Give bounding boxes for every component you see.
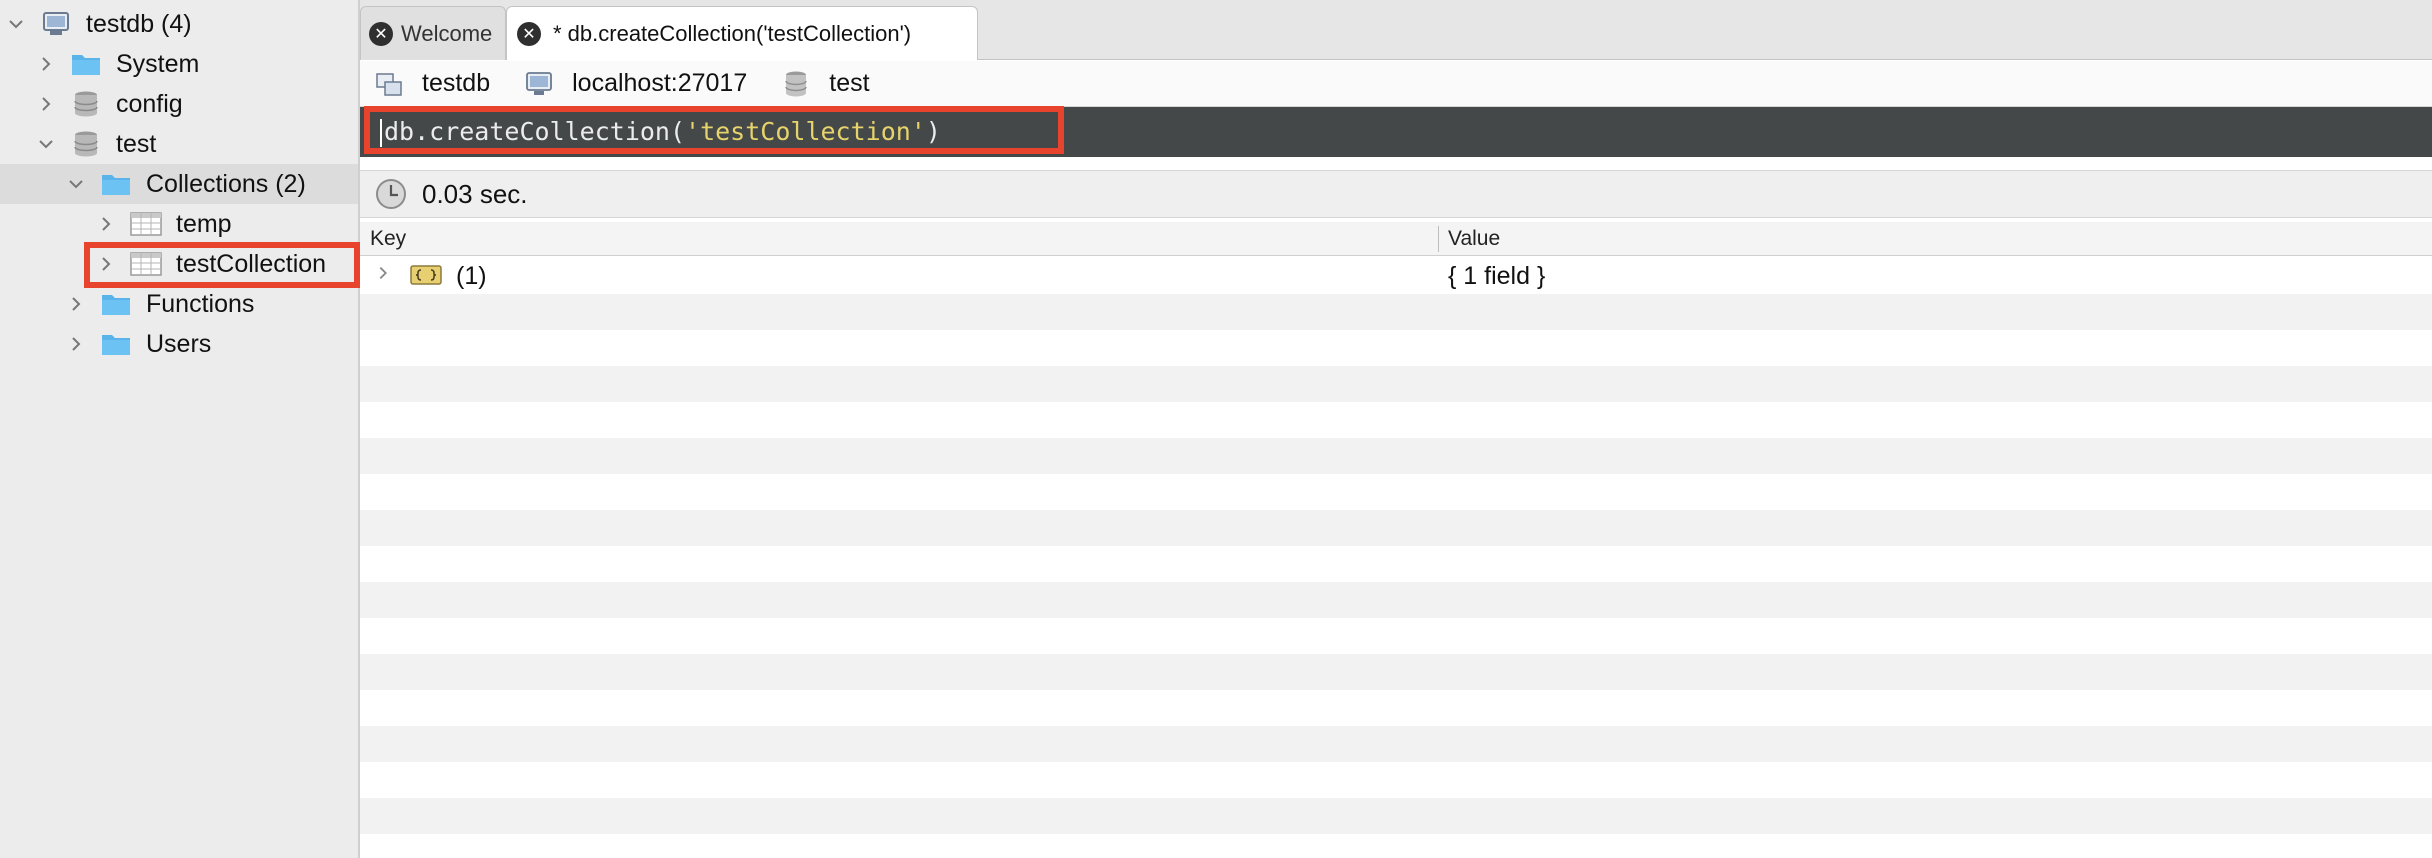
chevron-down-icon[interactable] bbox=[4, 12, 28, 36]
database-icon bbox=[785, 71, 807, 96]
collection-table-icon bbox=[130, 250, 162, 278]
row-value: { 1 field } bbox=[1448, 262, 1546, 290]
execution-time-bar: 0.03 sec. bbox=[360, 170, 2432, 218]
chevron-right-icon[interactable] bbox=[64, 292, 88, 316]
tree-item-testcollection[interactable]: testCollection bbox=[0, 244, 358, 284]
row-key: (1) bbox=[456, 262, 487, 290]
chevron-right-icon[interactable] bbox=[374, 264, 392, 282]
tree-item-functions[interactable]: Functions bbox=[0, 284, 358, 324]
tree-item-label: System bbox=[116, 49, 200, 78]
chevron-right-icon[interactable] bbox=[34, 92, 58, 116]
tree-item-label: Collections (2) bbox=[146, 169, 306, 198]
table-row-empty bbox=[360, 654, 2432, 690]
tree-item-collections[interactable]: Collections (2) bbox=[0, 164, 358, 204]
chevron-right-icon[interactable] bbox=[34, 52, 58, 76]
table-row-empty bbox=[360, 474, 2432, 510]
table-row-empty bbox=[360, 294, 2432, 330]
collection-table-icon bbox=[130, 210, 162, 238]
chevron-down-icon[interactable] bbox=[64, 172, 88, 196]
document-object-icon bbox=[410, 264, 442, 286]
tab-create-collection[interactable]: ✕ * db.createCollection('testCollection'… bbox=[506, 6, 978, 60]
tree-item-testdb[interactable]: testdb (4) bbox=[0, 4, 358, 44]
tab-welcome[interactable]: ✕ Welcome bbox=[360, 6, 506, 60]
table-row-empty bbox=[360, 798, 2432, 834]
server-icon bbox=[40, 10, 72, 38]
tree-item-system[interactable]: System bbox=[0, 44, 358, 84]
tree-item-label: testdb (4) bbox=[86, 9, 192, 38]
table-row-empty bbox=[360, 726, 2432, 762]
close-icon[interactable]: ✕ bbox=[517, 21, 541, 46]
table-row[interactable]: (1) { 1 field } bbox=[360, 258, 2432, 294]
tab-label: * db.createCollection('testCollection') bbox=[553, 20, 912, 46]
tree-item-label: temp bbox=[176, 209, 232, 238]
table-row-empty bbox=[360, 618, 2432, 654]
connection-name: testdb bbox=[374, 69, 490, 99]
table-row-empty bbox=[360, 510, 2432, 546]
chevron-right-icon[interactable] bbox=[94, 252, 118, 276]
table-row-empty bbox=[360, 402, 2432, 438]
table-row-empty bbox=[360, 690, 2432, 726]
database-icon bbox=[70, 130, 102, 158]
table-row-empty bbox=[360, 330, 2432, 366]
tree-item-users[interactable]: Users bbox=[0, 324, 358, 364]
query-prefix: db.createCollection( bbox=[384, 117, 686, 146]
table-row-empty bbox=[360, 438, 2432, 474]
chevron-down-icon[interactable] bbox=[34, 132, 58, 156]
folder-icon bbox=[100, 170, 132, 198]
table-row-empty bbox=[360, 834, 2432, 858]
connection-tree-sidebar: testdb (4) System config test Collection… bbox=[0, 0, 360, 858]
close-icon[interactable]: ✕ bbox=[369, 21, 393, 46]
chevron-right-icon[interactable] bbox=[94, 212, 118, 236]
tree-item-label: Users bbox=[146, 329, 212, 358]
connection-db: test bbox=[781, 69, 870, 99]
chevron-right-icon[interactable] bbox=[64, 332, 88, 356]
database-icon bbox=[70, 90, 102, 118]
results-header: Key Value bbox=[360, 222, 2432, 256]
folder-icon bbox=[100, 290, 132, 318]
table-row-empty bbox=[360, 546, 2432, 582]
connection-icon bbox=[376, 72, 402, 96]
table-row-empty bbox=[360, 762, 2432, 798]
table-row-empty bbox=[360, 366, 2432, 402]
tree-item-label: Functions bbox=[146, 289, 255, 318]
column-header-value[interactable]: Value bbox=[1448, 227, 1500, 251]
tree-item-temp[interactable]: temp bbox=[0, 204, 358, 244]
query-editor[interactable]: db.createCollection('testCollection') bbox=[360, 107, 2432, 157]
query-text[interactable]: db.createCollection('testCollection') bbox=[380, 115, 941, 149]
tab-label: Welcome bbox=[401, 20, 493, 46]
tree-item-label: config bbox=[116, 89, 183, 118]
tree-item-test[interactable]: test bbox=[0, 124, 358, 164]
results-table: Key Value (1) { 1 field } bbox=[360, 222, 2432, 858]
column-header-key[interactable]: Key bbox=[370, 227, 406, 251]
table-row-empty bbox=[360, 582, 2432, 618]
tree-item-config[interactable]: config bbox=[0, 84, 358, 124]
connection-info-bar: testdb localhost:27017 test bbox=[360, 61, 2432, 107]
clock-icon bbox=[376, 179, 406, 209]
query-suffix: ) bbox=[925, 117, 941, 146]
column-divider[interactable] bbox=[1438, 226, 1439, 252]
tab-bar: ✕ Welcome ✕ * db.createCollection('testC… bbox=[360, 0, 2432, 60]
server-icon bbox=[526, 71, 553, 95]
text-cursor bbox=[380, 119, 382, 147]
tree-item-label: test bbox=[116, 129, 157, 158]
folder-icon bbox=[70, 50, 102, 78]
connection-host: localhost:27017 bbox=[524, 69, 747, 99]
query-string-literal: 'testCollection' bbox=[685, 117, 926, 146]
tree-item-label: testCollection bbox=[176, 249, 327, 278]
execution-time: 0.03 sec. bbox=[422, 178, 528, 209]
folder-icon bbox=[100, 330, 132, 358]
